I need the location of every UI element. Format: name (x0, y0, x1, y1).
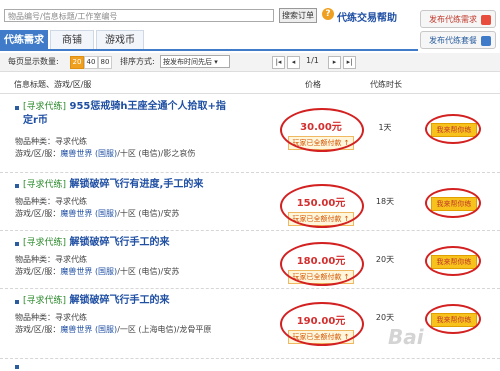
row-title[interactable]: [寻求代练] 解锁破碎飞行手工的来 (23, 236, 283, 250)
first-page-icon[interactable]: |◂ (272, 56, 285, 69)
price-highlight-oval (280, 302, 364, 346)
publish-package-button[interactable]: 发布代练套餐 (420, 31, 496, 49)
row-meta: 物品种类：寻求代练 游戏/区/服：魔兽世界 (国服)/十区 (电信)/安苏 (15, 197, 180, 218)
price-highlight-oval (280, 108, 364, 152)
row-title[interactable]: [寻求代练] 解锁破碎飞行手工的来 (23, 294, 283, 308)
page-size-40[interactable]: 40 (84, 56, 98, 69)
row-meta: 物品种类：寻求代练 游戏/区/服：魔兽世界 (国服)/十区 (电信)/影之哀伤 (15, 137, 196, 158)
tab-shop[interactable]: 商铺 (50, 30, 94, 49)
bullet-icon (15, 184, 19, 188)
sort-label: 排序方式: (120, 57, 155, 66)
search-input[interactable]: 物品编号/信息标题/工作室编号 (4, 9, 274, 22)
pager-bar: 每页显示数量: 20 40 80 排序方式: 按发布时间先后 ▾ |◂ ◂ 1/… (0, 53, 500, 72)
row-duration: 18天 (375, 197, 395, 206)
table-header: 信息标题、游戏/区/服 价格 代练时长 (0, 75, 500, 94)
price-highlight-oval (280, 242, 364, 286)
page-indicator: 1/1 (306, 56, 319, 65)
table-row: [寻求代练] 解锁破碎飞行手工的来 物品种类：寻求代练 游戏/区/服：魔兽世界 … (0, 230, 500, 289)
button-highlight-oval (425, 246, 481, 276)
button-highlight-oval (425, 188, 481, 218)
publish-demand-button[interactable]: 发布代练需求 (420, 10, 496, 28)
page-size-80[interactable]: 80 (98, 56, 112, 69)
button-highlight-oval (425, 304, 481, 334)
col-price: 价格 (305, 80, 321, 89)
help-icon: ? (322, 8, 334, 20)
row-meta: 物品种类：寻求代练 游戏/区/服：魔兽世界 (国服)/一区 (上海电信)/龙骨平… (15, 313, 212, 334)
publish-demand-icon (481, 14, 491, 25)
col-title: 信息标题、游戏/区/服 (14, 80, 92, 89)
help-link[interactable]: 代练交易帮助 (337, 9, 397, 24)
row-title[interactable]: [寻求代练] 955惩戒骑h王座全通个人拾取+指定r币 (23, 100, 228, 128)
last-page-icon[interactable]: ▸| (343, 56, 356, 69)
row-meta: 物品种类：寻求代练 游戏/区/服：魔兽世界 (国服)/十区 (电信)/安苏 (15, 255, 180, 276)
next-row-partial (0, 362, 500, 371)
row-duration: 1天 (378, 123, 392, 132)
col-duration: 代练时长 (370, 80, 402, 89)
table-row: [寻求代练] 解锁破碎飞行手工的来 物品种类：寻求代练 游戏/区/服：魔兽世界 … (0, 288, 500, 359)
publish-package-icon (481, 35, 491, 46)
page-size-20[interactable]: 20 (70, 56, 84, 69)
per-page-label: 每页显示数量: (8, 57, 59, 66)
tab-demand[interactable]: 代练需求 (0, 30, 48, 49)
bullet-icon (15, 300, 19, 304)
tab-game-coin[interactable]: 游戏币 (96, 30, 144, 49)
price-highlight-oval (280, 184, 364, 228)
bullet-icon (15, 106, 19, 110)
search-button[interactable]: 搜索订单 (279, 8, 317, 23)
bullet-icon (15, 242, 19, 246)
button-highlight-oval (425, 114, 481, 144)
row-duration: 20天 (375, 313, 395, 322)
row-title[interactable]: [寻求代练] 解锁破碎飞行有进度,手工的来 (23, 178, 283, 192)
bullet-icon (15, 365, 19, 369)
row-duration: 20天 (375, 255, 395, 264)
watermark: Bai (388, 325, 424, 349)
sort-select[interactable]: 按发布时间先后 ▾ (160, 55, 230, 68)
tab-bar: 代练需求 商铺 游戏币 (0, 28, 418, 51)
table-row: [寻求代练] 解锁破碎飞行有进度,手工的来 物品种类：寻求代练 游戏/区/服：魔… (0, 172, 500, 231)
prev-page-icon[interactable]: ◂ (287, 56, 300, 69)
next-page-icon[interactable]: ▸ (328, 56, 341, 69)
table-row: [寻求代练] 955惩戒骑h王座全通个人拾取+指定r币 物品种类：寻求代练 游戏… (0, 94, 500, 173)
